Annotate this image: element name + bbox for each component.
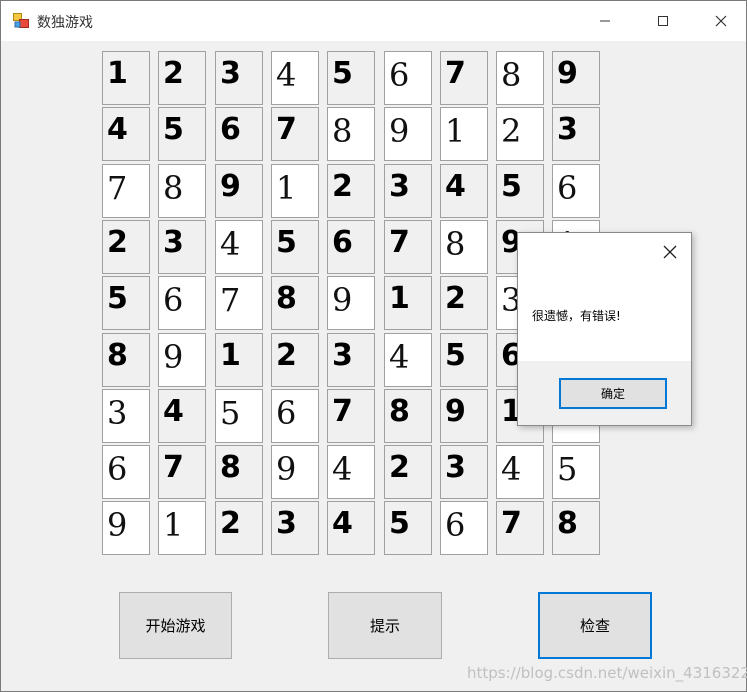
sudoku-cell: 5: [440, 333, 488, 387]
sudoku-cell: 7: [327, 389, 375, 443]
sudoku-cell: 5: [384, 501, 432, 555]
sudoku-cell: 3: [158, 220, 206, 274]
sudoku-cell: 8: [215, 445, 263, 499]
sudoku-cell: 6: [215, 107, 263, 161]
sudoku-cell: 3: [215, 51, 263, 105]
sudoku-cell[interactable]: 1: [158, 501, 206, 555]
sudoku-cell: 2: [158, 51, 206, 105]
check-button[interactable]: 检查: [538, 592, 652, 659]
close-icon: [663, 244, 677, 263]
sudoku-cell[interactable]: 9: [384, 107, 432, 161]
title-bar: 数独游戏: [1, 1, 746, 41]
sudoku-cell: 9: [552, 51, 600, 105]
watermark: https://blog.csdn.net/weixin_43163229: [467, 664, 747, 682]
sudoku-cell: 7: [271, 107, 319, 161]
sudoku-cell[interactable]: 9: [158, 333, 206, 387]
sudoku-cell[interactable]: 9: [327, 276, 375, 330]
sudoku-cell: 4: [102, 107, 150, 161]
sudoku-cell[interactable]: 6: [102, 445, 150, 499]
app-icon: [13, 13, 29, 29]
sudoku-cell: 2: [440, 276, 488, 330]
sudoku-cell: 8: [271, 276, 319, 330]
sudoku-cell[interactable]: 9: [102, 501, 150, 555]
sudoku-cell: 3: [327, 333, 375, 387]
sudoku-cell[interactable]: 9: [271, 445, 319, 499]
dialog-message: 很遗憾，有错误!: [532, 309, 621, 323]
sudoku-cell[interactable]: 5: [215, 389, 263, 443]
message-dialog: 很遗憾，有错误! 确定: [517, 232, 692, 426]
sudoku-cell[interactable]: 4: [384, 333, 432, 387]
minimize-icon: [599, 12, 611, 31]
sudoku-cell[interactable]: 6: [552, 164, 600, 218]
sudoku-cell[interactable]: 1: [271, 164, 319, 218]
sudoku-cell: 2: [271, 333, 319, 387]
hint-button[interactable]: 提示: [328, 592, 442, 659]
sudoku-cell: 7: [496, 501, 544, 555]
sudoku-cell: 1: [384, 276, 432, 330]
sudoku-cell: 5: [102, 276, 150, 330]
sudoku-cell[interactable]: 8: [440, 220, 488, 274]
sudoku-cell[interactable]: 4: [215, 220, 263, 274]
minimize-button[interactable]: [576, 1, 634, 41]
dialog-close-button[interactable]: [658, 241, 682, 265]
dialog-footer: 确定: [518, 361, 691, 425]
sudoku-cell: 8: [102, 333, 150, 387]
sudoku-cell: 9: [215, 164, 263, 218]
sudoku-cell[interactable]: 2: [496, 107, 544, 161]
sudoku-cell: 5: [271, 220, 319, 274]
sudoku-cell: 3: [271, 501, 319, 555]
window-title: 数独游戏: [37, 15, 93, 31]
sudoku-cell: 4: [327, 501, 375, 555]
sudoku-cell: 2: [215, 501, 263, 555]
sudoku-cell[interactable]: 4: [327, 445, 375, 499]
sudoku-cell: 1: [102, 51, 150, 105]
sudoku-cell[interactable]: 3: [102, 389, 150, 443]
dialog-ok-button[interactable]: 确定: [559, 378, 667, 409]
sudoku-cell[interactable]: 6: [271, 389, 319, 443]
sudoku-cell: 5: [496, 164, 544, 218]
sudoku-cell: 3: [552, 107, 600, 161]
sudoku-cell: 9: [440, 389, 488, 443]
sudoku-cell: 3: [384, 164, 432, 218]
sudoku-cell: 4: [440, 164, 488, 218]
sudoku-cell[interactable]: 8: [496, 51, 544, 105]
sudoku-cell: 1: [215, 333, 263, 387]
close-icon: [715, 12, 727, 31]
start-game-button[interactable]: 开始游戏: [119, 592, 232, 659]
maximize-icon: [657, 12, 669, 31]
sudoku-cell: 7: [440, 51, 488, 105]
sudoku-cell: 5: [327, 51, 375, 105]
sudoku-cell[interactable]: 7: [215, 276, 263, 330]
sudoku-cell: 2: [327, 164, 375, 218]
sudoku-cell: 7: [384, 220, 432, 274]
sudoku-cell: 5: [158, 107, 206, 161]
sudoku-cell[interactable]: 6: [384, 51, 432, 105]
sudoku-cell: 2: [384, 445, 432, 499]
sudoku-cell[interactable]: 8: [158, 164, 206, 218]
sudoku-cell: 7: [158, 445, 206, 499]
close-button[interactable]: [692, 1, 747, 41]
sudoku-cell: 2: [102, 220, 150, 274]
sudoku-cell[interactable]: 8: [327, 107, 375, 161]
maximize-button[interactable]: [634, 1, 692, 41]
sudoku-cell[interactable]: 4: [496, 445, 544, 499]
sudoku-cell: 3: [440, 445, 488, 499]
sudoku-cell[interactable]: 6: [440, 501, 488, 555]
sudoku-window: 数独游戏 12345678945678912378912345623456789…: [0, 0, 747, 692]
sudoku-cell[interactable]: 4: [271, 51, 319, 105]
sudoku-cell[interactable]: 5: [552, 445, 600, 499]
sudoku-cell[interactable]: 7: [102, 164, 150, 218]
sudoku-cell: 8: [384, 389, 432, 443]
sudoku-cell: 6: [327, 220, 375, 274]
sudoku-cell[interactable]: 6: [158, 276, 206, 330]
sudoku-cell[interactable]: 1: [440, 107, 488, 161]
sudoku-cell: 4: [158, 389, 206, 443]
sudoku-cell: 8: [552, 501, 600, 555]
